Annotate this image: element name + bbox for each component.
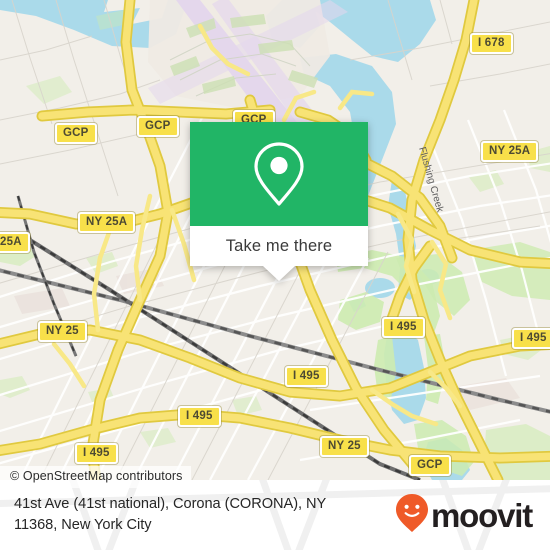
highway-shield: I 495 (512, 328, 550, 349)
take-me-there-button[interactable]: Take me there (190, 226, 368, 266)
map-pin-icon (251, 140, 307, 208)
address-line-2: 11368, New York City (14, 517, 152, 533)
address-line-1: 41st Ave (41st national), Corona (CORONA… (14, 496, 327, 512)
take-me-there-label: Take me there (225, 236, 333, 255)
highway-shield: GCP (137, 116, 179, 137)
highway-shield: NY 25A (78, 212, 136, 233)
map-popup-callout[interactable]: Take me there (190, 122, 368, 281)
footer-bar: 41st Ave (41st national), Corona (CORONA… (0, 480, 550, 550)
highway-shield: NY 25 (320, 436, 369, 457)
popup-image-area (190, 122, 368, 226)
moovit-map-screenshot: Flushing Creek GCP GCP GCP I 678 NY 25A NY 25… (0, 0, 550, 550)
highway-shield: NY 25 (38, 321, 87, 342)
highway-shield: GCP (409, 455, 451, 476)
address-text: 41st Ave (41st national), Corona (CORONA… (14, 494, 326, 536)
highway-shield: I 495 (285, 366, 328, 387)
highway-shield: NY 25A (481, 141, 539, 162)
moovit-smiley-pin-icon (395, 493, 429, 538)
moovit-wordmark: moovit (431, 496, 533, 534)
highway-shield: 25A (0, 232, 30, 253)
highway-shield: I 495 (178, 406, 221, 427)
osm-attribution[interactable]: © OpenStreetMap contributors (0, 466, 191, 488)
highway-shield: I 495 (75, 443, 118, 464)
highway-shield: GCP (55, 123, 97, 144)
highway-shield: I 495 (382, 317, 425, 338)
moovit-logo[interactable]: moovit (395, 493, 536, 538)
highway-shield: I 678 (470, 33, 513, 54)
popup-tail-arrow (263, 266, 295, 281)
